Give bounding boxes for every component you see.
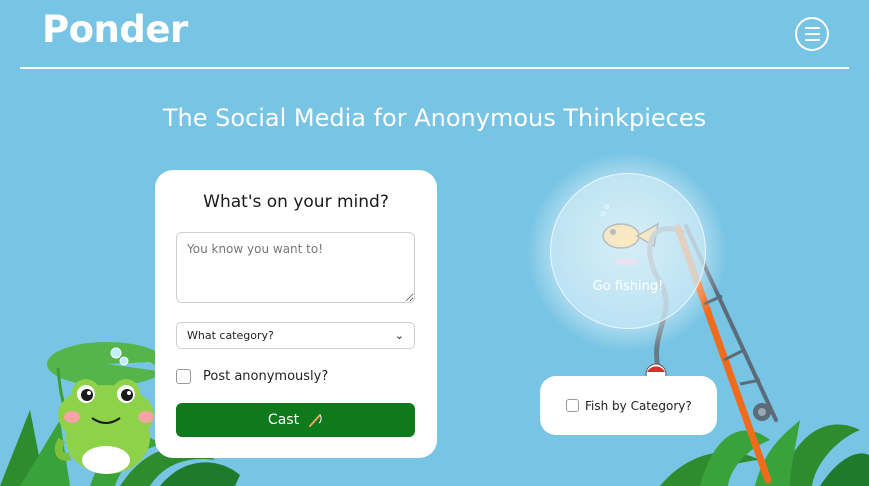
anonymous-label: Post anonymously? (203, 369, 329, 384)
fish-by-category-label: Fish by Category? (585, 398, 692, 413)
fish-by-category-checkbox[interactable] (566, 399, 579, 412)
cast-button[interactable]: Cast (176, 403, 415, 437)
anonymous-option: Post anonymously? (176, 369, 328, 384)
page-tagline: The Social Media for Anonymous Thinkpiec… (162, 104, 707, 132)
go-fishing-bubble[interactable]: Go fishing! (550, 173, 706, 329)
chevron-down-icon: ⌄ (394, 329, 404, 342)
hamburger-menu-button[interactable] (795, 17, 829, 51)
fishing-rod-icon (309, 414, 322, 427)
thought-input[interactable] (176, 232, 415, 303)
hamburger-icon (804, 27, 820, 29)
post-form-card: What's on your mind? What category? ⌄ Po… (155, 170, 437, 458)
frog-illustration (54, 379, 154, 474)
category-select-value: What category? (187, 329, 274, 342)
fish-by-category-card: Fish by Category? (540, 376, 717, 435)
post-form-heading: What's on your mind? (203, 192, 389, 212)
header-divider (20, 67, 849, 69)
lily-pad-illustration (47, 342, 167, 413)
site-logo[interactable]: Ponder (42, 8, 188, 51)
cast-button-label: Cast (267, 412, 300, 428)
anonymous-checkbox[interactable] (176, 369, 191, 384)
go-fishing-label: Go fishing! (592, 279, 664, 294)
category-select[interactable]: What category? ⌄ (176, 322, 415, 349)
